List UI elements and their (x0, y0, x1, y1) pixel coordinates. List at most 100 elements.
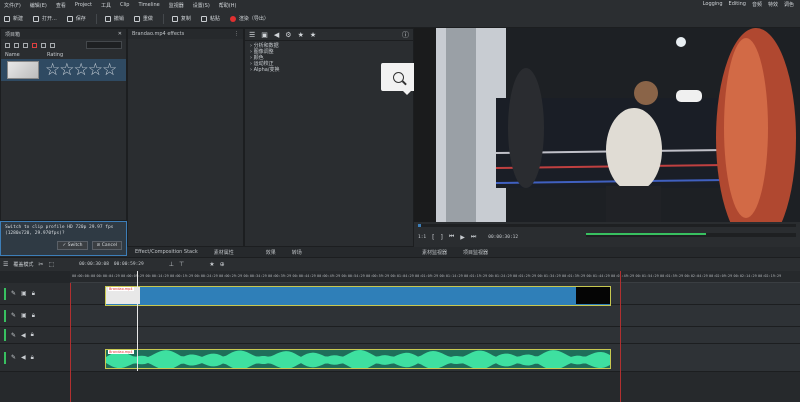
ruler-tick-label: 00:01:34:29 (537, 274, 561, 278)
track-active-indicator[interactable] (4, 309, 6, 322)
speaker-icon[interactable]: ◀ (21, 354, 26, 361)
list-icon[interactable]: ☰ (249, 31, 255, 39)
layout-effects[interactable]: 特效 (768, 1, 778, 8)
menu-timeline[interactable]: Timeline (138, 2, 159, 8)
search-icon[interactable] (392, 71, 404, 83)
open-button[interactable]: 打开... (33, 15, 57, 22)
menu-view[interactable]: 查看 (56, 2, 66, 9)
razor-icon[interactable]: ✂ (38, 261, 43, 268)
menu-monitor[interactable]: 监视器 (169, 2, 184, 9)
menu-icon[interactable]: ☰ (3, 261, 8, 268)
ruler-tick-label: 00:00:09:29 (121, 274, 145, 278)
timeline-position[interactable]: 00:00:30:08 (79, 262, 109, 267)
lock-icon[interactable]: 🔒︎ (31, 331, 34, 339)
ruler-tick-label: 00:01:19:29 (464, 274, 488, 278)
folder-icon[interactable] (14, 42, 19, 48)
ruler-tick-label: 00:01:24:29 (488, 274, 512, 278)
undo-button[interactable]: 撤销 (104, 15, 124, 22)
tab-effects[interactable]: 效果 (266, 249, 276, 256)
switch-button[interactable]: ✓ Switch (57, 241, 88, 250)
tab-transitions[interactable]: 转场 (292, 249, 302, 256)
add-clip-icon[interactable] (5, 42, 10, 48)
tab-clip-properties[interactable]: 素材属性 (214, 249, 234, 256)
layout-color[interactable]: 调色 (784, 1, 794, 8)
lock-icon[interactable]: 🔒︎ (32, 290, 35, 298)
playhead[interactable] (137, 271, 138, 371)
menu-edit[interactable]: 编辑(E) (30, 2, 47, 9)
snap-icon[interactable]: ⊥ (169, 261, 174, 268)
rewind-icon[interactable]: ⏮ (449, 233, 454, 241)
bin-search-input[interactable] (86, 41, 122, 49)
rating-stars[interactable]: ☆☆☆☆☆ (45, 61, 117, 79)
lock-icon[interactable]: 🔒︎ (32, 312, 35, 320)
edit-icon[interactable]: ✎ (11, 290, 16, 297)
speaker-icon[interactable]: ◀ (21, 332, 26, 339)
monitor-timecode[interactable]: 00:00:30:12 (488, 235, 518, 240)
column-rating[interactable]: Rating (47, 52, 63, 58)
track-active-indicator[interactable] (4, 329, 6, 341)
menu-project[interactable]: Project (75, 2, 92, 8)
track-a1[interactable] (70, 327, 800, 344)
video-effects-icon[interactable]: ▣ (261, 31, 268, 39)
clip-label: Brandao.mp4 (108, 350, 134, 354)
main-toolbar: 新建 打开... 保存 撤销 重做 复制 粘贴 渲染（导出） (0, 10, 800, 28)
stack-options-icon[interactable]: ⋮ (234, 31, 239, 37)
edit-icon[interactable]: ✎ (11, 354, 16, 361)
track-v1[interactable] (70, 305, 800, 327)
monitor-scrubber[interactable] (418, 224, 796, 227)
layout-audio[interactable]: 音频 (752, 1, 762, 8)
film-icon[interactable]: ▣ (21, 312, 27, 319)
lock-icon[interactable]: 🔒︎ (31, 354, 34, 362)
mode-select[interactable]: 覆盖模式 (13, 261, 33, 268)
mark-out-icon[interactable]: ] (440, 234, 442, 241)
bin-clip-item[interactable]: ☆☆☆☆☆ (1, 59, 126, 81)
column-name[interactable]: Name (5, 52, 47, 58)
menu-clip[interactable]: Clip (120, 2, 129, 8)
video-preview[interactable] (436, 28, 800, 222)
track-active-indicator[interactable] (4, 351, 6, 364)
mark-in-icon[interactable]: [ (432, 234, 434, 241)
star-icon[interactable]: ★ (209, 261, 214, 268)
menu-file[interactable]: 文件(F) (4, 2, 21, 9)
select-icon[interactable]: ⬚ (48, 261, 54, 268)
edit-icon[interactable]: ✎ (11, 332, 16, 339)
video-clip[interactable]: Brandao.mp4 (105, 286, 611, 306)
star-icon[interactable]: ★ (310, 31, 316, 39)
copy-button[interactable]: 复制 (171, 15, 191, 22)
layout-logging[interactable]: Logging (703, 1, 723, 8)
film-icon[interactable]: ▣ (21, 290, 27, 297)
audio-clip[interactable]: Brandao.mp4 (105, 349, 611, 369)
menu-tools[interactable]: 工具 (101, 2, 111, 9)
track-active-indicator[interactable] (4, 287, 6, 300)
save-button[interactable]: 保存 (66, 15, 86, 22)
menu-settings[interactable]: 设置(S) (193, 2, 210, 9)
add-marker-icon[interactable]: ⊕ (220, 261, 225, 268)
render-button[interactable]: 渲染（导出） (229, 15, 269, 22)
timeline-ruler[interactable]: 00:00:00:00 00:00:04:29 00:00:09:29 00:00:1… (70, 271, 800, 283)
delete-icon[interactable] (32, 42, 37, 48)
close-icon[interactable]: ✕ (118, 31, 122, 37)
timeline-empty-area[interactable] (0, 372, 800, 402)
tab-effect-stack[interactable]: Effect/Composition Stack (135, 249, 198, 255)
redo-button[interactable]: 重做 (133, 15, 153, 22)
tab-project-monitor[interactable]: 项目监视器 (463, 249, 488, 256)
tab-clip-monitor[interactable]: 素材监视器 (422, 249, 447, 256)
layout-editing[interactable]: Editing (729, 1, 746, 8)
favorite-effects-icon[interactable]: ★ (298, 31, 304, 39)
custom-effects-icon[interactable]: ⚙ (285, 31, 291, 39)
forward-icon[interactable]: ⏭ (471, 233, 476, 241)
play-icon[interactable]: ▶ (460, 234, 465, 241)
tag-icon[interactable] (50, 42, 55, 48)
edit-icon[interactable]: ✎ (11, 312, 16, 319)
filter-icon[interactable] (41, 42, 46, 48)
settings-icon[interactable] (23, 42, 28, 48)
zone-icon[interactable]: ⊤ (179, 261, 184, 268)
paste-label: 粘贴 (209, 16, 220, 22)
audio-effects-icon[interactable]: ◀ (274, 31, 279, 39)
info-icon[interactable]: ⓘ (402, 30, 409, 40)
paste-button[interactable]: 粘贴 (200, 15, 220, 22)
menu-help[interactable]: 帮助(H) (219, 2, 237, 9)
cancel-button[interactable]: ⊘ Cancel (91, 241, 122, 250)
zoom-level[interactable]: 1:1 (418, 235, 426, 240)
new-button[interactable]: 新建 (4, 15, 23, 22)
